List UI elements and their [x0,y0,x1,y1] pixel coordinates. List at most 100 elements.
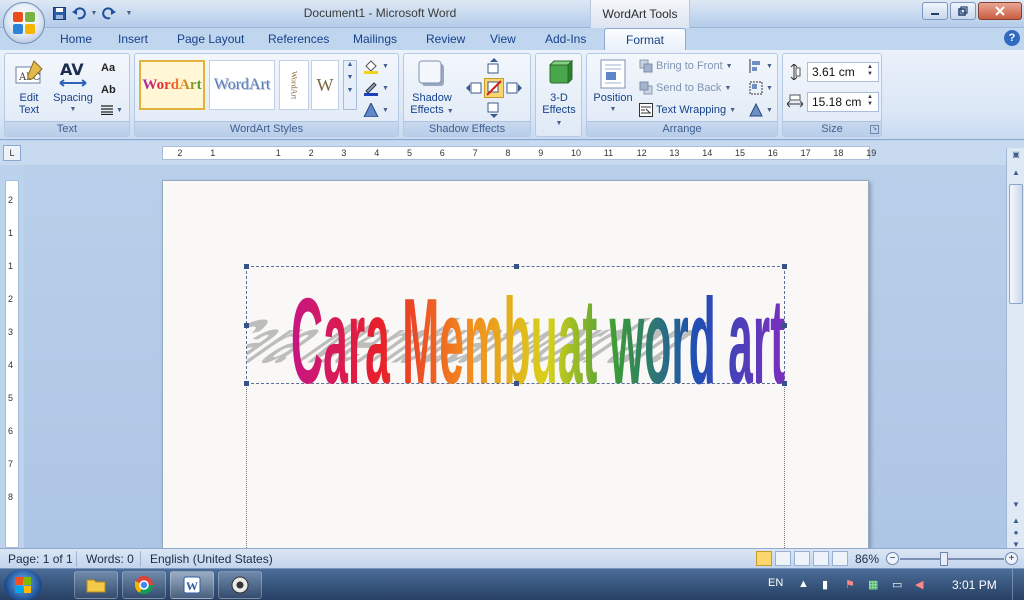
zoom-slider-thumb[interactable] [940,552,948,566]
height-spinner-icon[interactable]: ▲▼ [867,64,873,78]
battery-icon[interactable]: ▮ [822,578,828,591]
taskbar: W EN ▲ ▮ ⚑ ▦ ▭ ◀ 3:01 PM [0,568,1024,600]
text-wrapping-button[interactable]: Text Wrapping ▼ [639,100,736,120]
horizontal-ruler[interactable]: 2112345678910111213141516171819 [162,146,870,160]
explorer-icon[interactable] [74,571,118,599]
resize-handle-n[interactable] [514,264,519,269]
group-objects-button[interactable]: ▼ [749,78,773,98]
contextual-tab-group: WordArt Tools [590,0,690,28]
vertical-scrollbar[interactable]: ▣ ▲ ▼ ▲ ● ▼ [1006,148,1024,548]
draft-view-icon[interactable] [832,551,848,566]
rotate-button[interactable]: ▼ [749,100,773,120]
language-bar[interactable]: EN [768,577,783,589]
shadow-effects-button[interactable]: Shadow Effects ▼ [408,58,456,118]
tab-home[interactable]: Home [60,32,92,46]
chrome-icon[interactable] [122,571,166,599]
resize-handle-sw[interactable] [244,381,249,386]
volume-icon[interactable]: ◀ [915,578,923,591]
zoom-level[interactable]: 86% [855,552,879,566]
group-shadow-effects-label: Shadow Effects [404,121,530,136]
nudge-up-icon[interactable] [486,58,502,74]
same-height-button[interactable]: Aa [101,58,115,78]
position-button[interactable]: Position ▼ [591,58,635,116]
language-indicator[interactable]: English (United States) [150,552,273,566]
bring-to-front-button[interactable]: Bring to Front ▼ [639,56,733,76]
nudge-left-icon[interactable] [466,80,482,96]
ruler-toggle-icon[interactable]: ▣ [1008,148,1024,162]
change-shape-button[interactable]: ▼ [363,100,389,120]
wordart-style-2[interactable]: WordArt [209,60,275,110]
resize-handle-w[interactable] [244,323,249,328]
3d-effects-button[interactable]: 3-D Effects ▼ [538,58,580,130]
shadow-toggle-icon[interactable] [484,78,504,98]
close-button[interactable] [978,2,1022,20]
scroll-up-icon[interactable]: ▲ [1008,166,1024,180]
paint-bucket-icon [363,58,379,74]
shape-fill-button[interactable]: ▼ [363,56,389,76]
page-count[interactable]: Page: 1 of 1 [8,552,73,566]
styles-gallery-scroll[interactable]: ▲ ▼ ▼ [343,60,357,110]
start-button[interactable] [4,569,42,600]
align-text-button[interactable]: ▼ [101,100,123,120]
resize-handle-nw[interactable] [244,264,249,269]
nudge-right-icon[interactable] [506,80,522,96]
wordart-style-1[interactable]: WordArt [139,60,205,110]
align-button[interactable]: ▼ [749,56,773,76]
tab-references[interactable]: References [268,32,329,46]
tab-addins[interactable]: Add-Ins [545,32,586,46]
zoom-slider[interactable] [900,558,1004,560]
wordart-object[interactable]: Cara Membuat word art Cara Membuat word … [246,266,785,384]
ruler-tick-label: 2 [8,195,13,205]
size-dialog-launcher-icon[interactable]: ↘ [870,125,879,134]
vertical-ruler[interactable]: 2112345678 [5,180,19,548]
show-desktop-button[interactable] [1012,569,1024,600]
nudge-down-icon[interactable] [486,102,502,118]
network-icon[interactable]: ▦ [868,578,878,591]
edit-text-button[interactable]: AbC Edit Text [9,58,49,116]
web-layout-icon[interactable] [794,551,810,566]
tab-page-layout[interactable]: Page Layout [177,32,244,46]
minimize-button[interactable] [922,2,948,20]
outline-view-icon[interactable] [813,551,829,566]
ruler-tick-label: 8 [505,148,510,158]
tab-review[interactable]: Review [426,32,465,46]
help-icon[interactable]: ? [1004,30,1020,46]
clock[interactable]: 3:01 PM [952,578,997,592]
width-spinner-icon[interactable]: ▲▼ [867,94,873,108]
tab-view[interactable]: View [490,32,516,46]
zoom-in-icon[interactable]: + [1005,552,1018,565]
spacing-button[interactable]: AV Spacing ▼ [51,58,95,116]
3d-effects-label-1: 3-D [538,92,580,104]
ruler-bar: L 2112345678910111213141516171819 [0,141,1024,165]
scroll-down-icon[interactable]: ▼ [1008,498,1024,512]
resize-handle-se[interactable] [782,381,787,386]
tab-selector-icon[interactable]: L [3,145,21,161]
action-center-icon[interactable]: ⚑ [845,578,855,591]
resize-handle-ne[interactable] [782,264,787,269]
send-to-back-button[interactable]: Send to Back ▼ [639,78,731,98]
display-icon[interactable]: ▭ [892,578,902,591]
zoom-out-icon[interactable]: − [886,552,899,565]
resize-handle-e[interactable] [782,323,787,328]
office-button[interactable] [3,2,45,44]
tray-expand-icon[interactable]: ▲ [798,578,809,590]
full-screen-reading-icon[interactable] [775,551,791,566]
word-count[interactable]: Words: 0 [86,552,134,566]
tab-format[interactable]: Format [604,28,686,51]
shape-outline-button[interactable]: ▼ [363,78,389,98]
gallery-up-icon[interactable]: ▲ [344,61,356,68]
gallery-more-icon[interactable]: ▼ [344,87,356,94]
restore-button[interactable] [950,2,976,20]
gallery-down-icon[interactable]: ▼ [344,74,356,81]
wordart-style-3[interactable]: WordArt [279,60,309,110]
print-layout-view-icon[interactable] [756,551,772,566]
send-to-back-icon [639,81,653,95]
wordart-style-4[interactable]: W [311,60,339,110]
tab-mailings[interactable]: Mailings [353,32,397,46]
recorder-icon[interactable] [218,571,262,599]
tab-insert[interactable]: Insert [118,32,148,46]
vertical-text-button[interactable]: Ab [101,80,116,100]
word-icon[interactable]: W [170,571,214,599]
scroll-thumb[interactable] [1009,184,1023,304]
resize-handle-s[interactable] [514,381,519,386]
